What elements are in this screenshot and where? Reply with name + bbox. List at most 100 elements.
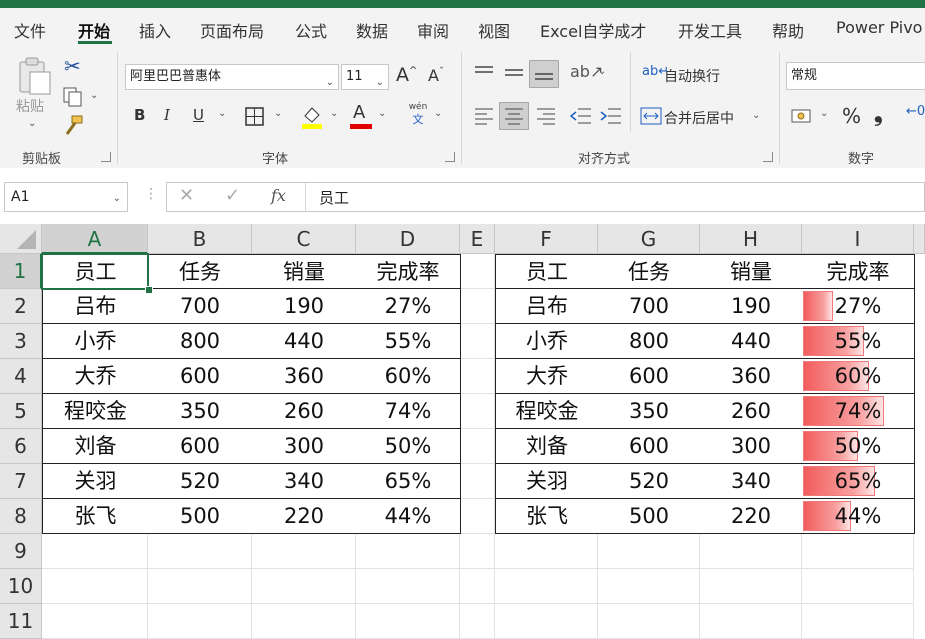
- italic-button[interactable]: I: [164, 106, 170, 124]
- fill-color-dropdown-icon[interactable]: ⌄: [330, 108, 338, 119]
- grid-cell[interactable]: [802, 569, 914, 604]
- table-header-cell[interactable]: 完成率: [802, 254, 915, 289]
- grid-cell[interactable]: [252, 534, 356, 569]
- grid-cell[interactable]: [356, 569, 460, 604]
- formula-input[interactable]: 员工: [319, 187, 349, 208]
- grid-cell[interactable]: [460, 324, 495, 359]
- tab-review[interactable]: 审阅: [417, 18, 449, 42]
- table-cell[interactable]: 220: [252, 499, 357, 534]
- tab-help[interactable]: 帮助: [772, 18, 804, 42]
- underline-dropdown-icon[interactable]: ⌄: [218, 108, 226, 119]
- grid-cell[interactable]: [495, 534, 598, 569]
- column-header-b[interactable]: B: [148, 224, 252, 254]
- grid-cell[interactable]: [495, 604, 598, 639]
- table-cell[interactable]: 700: [148, 289, 253, 324]
- table-cell[interactable]: 张飞: [495, 499, 599, 534]
- grid-cell[interactable]: [42, 534, 148, 569]
- insert-function-icon[interactable]: fx: [271, 186, 286, 205]
- table-cell[interactable]: 小乔: [42, 324, 149, 359]
- grid-cell[interactable]: [802, 534, 914, 569]
- grid-cell[interactable]: [495, 569, 598, 604]
- column-header-f[interactable]: F: [495, 224, 598, 254]
- table-cell[interactable]: 500: [148, 499, 253, 534]
- borders-icon[interactable]: [244, 106, 266, 128]
- grid-cell[interactable]: [252, 569, 356, 604]
- tab-formulas[interactable]: 公式: [295, 18, 327, 42]
- column-header-e[interactable]: E: [460, 224, 495, 254]
- tab-home[interactable]: 开始: [78, 18, 110, 42]
- underline-button[interactable]: U: [193, 106, 204, 124]
- column-header-a[interactable]: A: [42, 224, 148, 254]
- tab-developer[interactable]: 开发工具: [678, 18, 742, 42]
- table-cell[interactable]: 60%: [802, 359, 915, 394]
- table-cell[interactable]: 340: [700, 464, 803, 499]
- name-box[interactable]: A1 ⌄: [4, 182, 128, 212]
- table-cell[interactable]: 360: [252, 359, 357, 394]
- fill-color-icon[interactable]: [300, 104, 324, 130]
- grid-cell[interactable]: [700, 534, 802, 569]
- table-cell[interactable]: 300: [252, 429, 357, 464]
- phonetic-dropdown-icon[interactable]: ⌄: [434, 108, 442, 119]
- align-top-icon[interactable]: [474, 64, 494, 82]
- grid-cell[interactable]: [700, 604, 802, 639]
- table-cell[interactable]: 260: [252, 394, 357, 429]
- copy-icon[interactable]: [62, 86, 84, 108]
- table-cell[interactable]: 500: [598, 499, 701, 534]
- increase-decimal-icon[interactable]: ←0: [906, 104, 925, 119]
- table-header-cell[interactable]: 销量: [252, 254, 357, 289]
- row-header-3[interactable]: 3: [0, 324, 42, 359]
- grid-cell[interactable]: [598, 604, 700, 639]
- column-header-g[interactable]: G: [598, 224, 700, 254]
- alignment-launcher-icon[interactable]: [763, 152, 773, 162]
- column-header-i[interactable]: I: [802, 224, 914, 254]
- table-cell[interactable]: 440: [252, 324, 357, 359]
- table-cell[interactable]: 800: [598, 324, 701, 359]
- grow-font-icon[interactable]: A^: [396, 64, 417, 86]
- tab-file[interactable]: 文件: [14, 18, 46, 42]
- column-header-c[interactable]: C: [252, 224, 356, 254]
- grid-cell[interactable]: [460, 499, 495, 534]
- font-color-icon[interactable]: A: [350, 102, 374, 130]
- grid-cell[interactable]: [460, 394, 495, 429]
- tab-data[interactable]: 数据: [356, 18, 388, 42]
- table-cell[interactable]: 190: [700, 289, 803, 324]
- table-cell[interactable]: 65%: [356, 464, 461, 499]
- table-cell[interactable]: 600: [148, 429, 253, 464]
- row-header-4[interactable]: 4: [0, 359, 42, 394]
- cut-icon[interactable]: ✂: [64, 54, 81, 78]
- grid-cell[interactable]: [460, 429, 495, 464]
- table-cell[interactable]: 65%: [802, 464, 915, 499]
- percent-style-button[interactable]: %: [842, 104, 861, 128]
- grid-cell[interactable]: [700, 569, 802, 604]
- table-cell[interactable]: 关羽: [495, 464, 599, 499]
- number-format-dropdown[interactable]: 常规: [786, 62, 925, 90]
- table-cell[interactable]: 74%: [356, 394, 461, 429]
- grid-cell[interactable]: [460, 604, 495, 639]
- table-cell[interactable]: 600: [598, 429, 701, 464]
- row-header-8[interactable]: 8: [0, 499, 42, 534]
- merge-center-label[interactable]: 合并后居中: [664, 108, 734, 128]
- table-header-cell[interactable]: 任务: [148, 254, 253, 289]
- tab-power-pivot[interactable]: Power Pivo: [836, 18, 922, 37]
- table-cell[interactable]: 55%: [802, 324, 915, 359]
- row-header-5[interactable]: 5: [0, 394, 42, 429]
- confirm-entry-icon[interactable]: ✓: [225, 185, 240, 206]
- table-cell[interactable]: 55%: [356, 324, 461, 359]
- table-cell[interactable]: 190: [252, 289, 357, 324]
- table-cell[interactable]: 刘备: [42, 429, 149, 464]
- copy-dropdown-icon[interactable]: ⌄: [90, 90, 98, 101]
- row-header-1[interactable]: 1: [0, 254, 42, 289]
- grid-cell[interactable]: [356, 604, 460, 639]
- select-all-corner[interactable]: [0, 224, 42, 254]
- table-header-cell[interactable]: 员工: [495, 254, 599, 289]
- table-cell[interactable]: 50%: [802, 429, 915, 464]
- table-cell[interactable]: 60%: [356, 359, 461, 394]
- row-header-7[interactable]: 7: [0, 464, 42, 499]
- grid-cell[interactable]: [460, 569, 495, 604]
- align-center-button[interactable]: [499, 102, 529, 130]
- table-cell[interactable]: 220: [700, 499, 803, 534]
- merge-center-icon[interactable]: [640, 106, 662, 126]
- table-cell[interactable]: 小乔: [495, 324, 599, 359]
- tab-insert[interactable]: 插入: [139, 18, 171, 42]
- table-cell[interactable]: 350: [598, 394, 701, 429]
